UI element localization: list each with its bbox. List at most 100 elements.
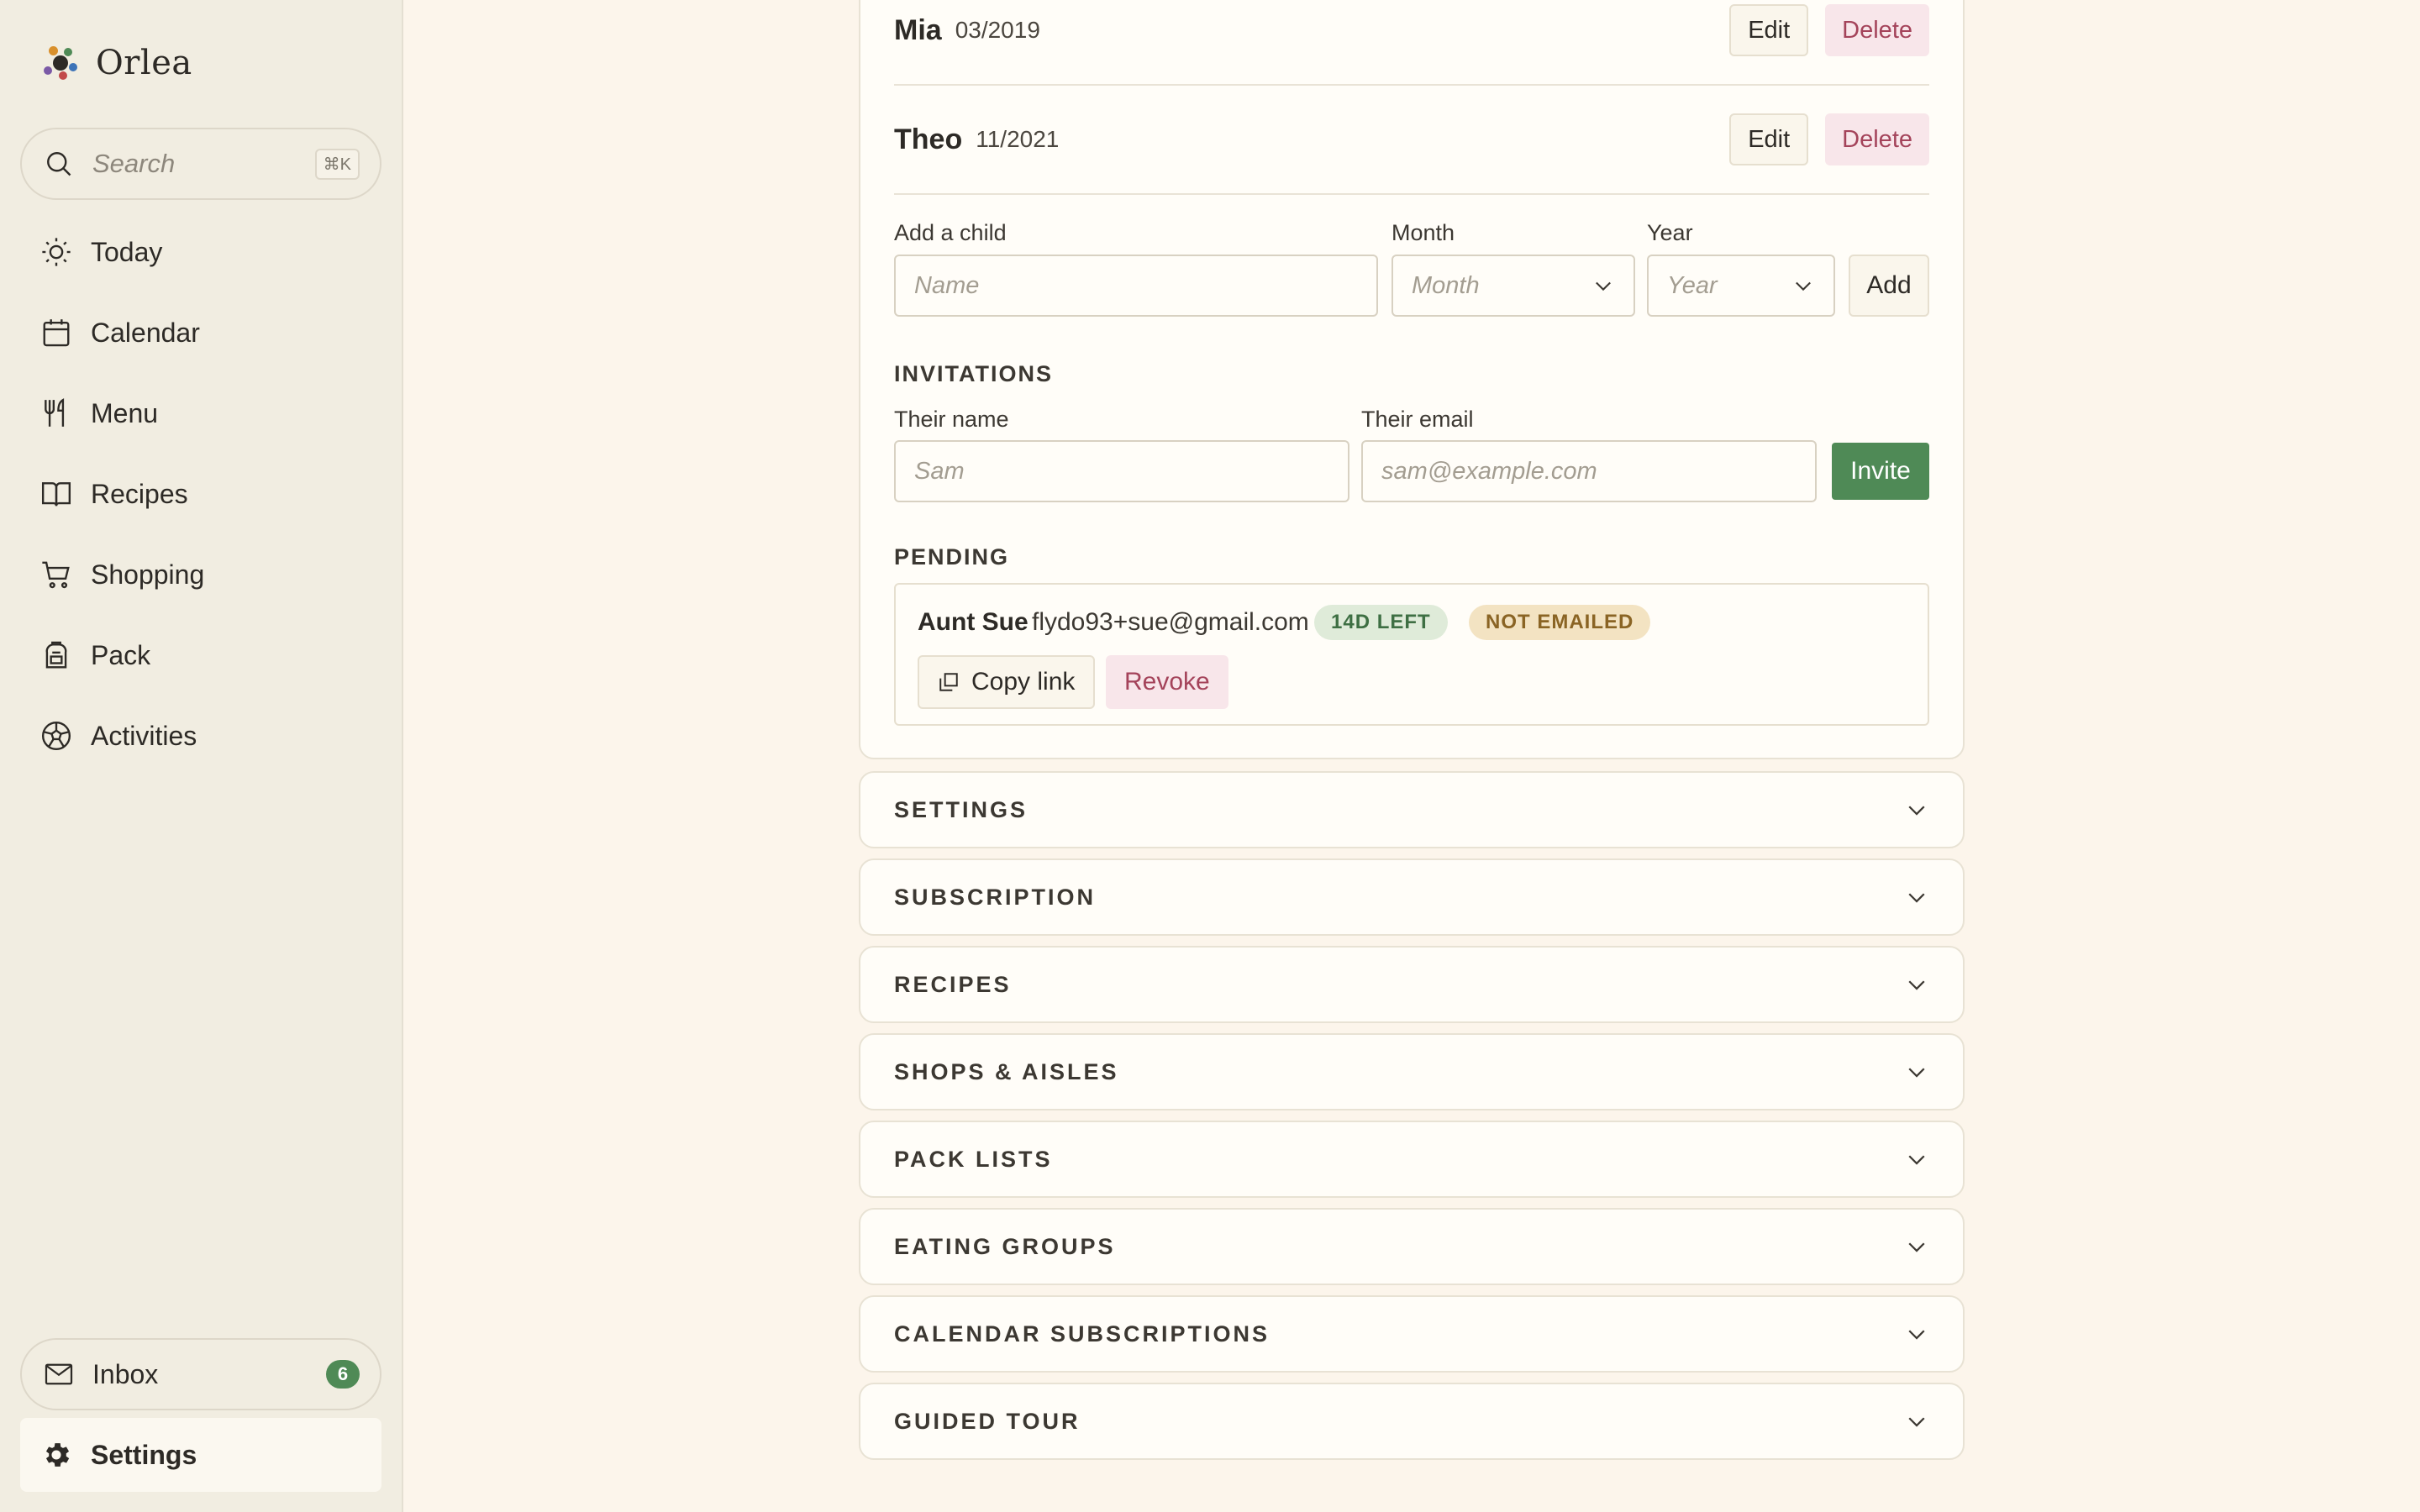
chevron-down-icon: [1908, 893, 1925, 903]
search-bar[interactable]: Search ⌘K: [20, 128, 381, 200]
year-label: Year: [1647, 220, 1693, 245]
invite-button[interactable]: Invite: [1832, 443, 1929, 500]
family-panel: Mia 03/2019 Edit Delete Theo 11/2021 Edi…: [859, 0, 1965, 759]
utensils-icon: [45, 398, 65, 427]
child-name: Mia: [894, 13, 942, 46]
cart-icon: [42, 561, 70, 589]
nav-label: Recipes: [91, 478, 188, 509]
month-placeholder: Month: [1412, 271, 1480, 299]
invite-name-input[interactable]: Sam: [894, 440, 1349, 502]
year-select[interactable]: Year: [1647, 255, 1835, 317]
settings-label: Settings: [91, 1439, 197, 1470]
month-label: Month: [1392, 220, 1455, 245]
delete-child-button[interactable]: Delete: [1825, 113, 1929, 165]
nav-item-inbox[interactable]: Inbox 6: [20, 1338, 381, 1410]
chevron-down-icon: [1908, 980, 1925, 990]
section-title: SUBSCRIPTION: [894, 884, 1097, 910]
backpack-icon: [45, 641, 67, 669]
pending-invite-email: flydo93+sue@gmail.com: [1032, 608, 1309, 636]
section-calendar-subscriptions[interactable]: CALENDAR SUBSCRIPTIONS: [859, 1295, 1965, 1373]
section-shops-aisles[interactable]: SHOPS & AISLES: [859, 1033, 1965, 1110]
nav-item-pack[interactable]: Pack: [20, 615, 381, 696]
chevron-down-icon: [1908, 1417, 1925, 1427]
search-placeholder: Search: [92, 149, 176, 178]
inbox-label: Inbox: [92, 1358, 159, 1389]
nav-label: Activities: [91, 720, 197, 751]
section-subscription[interactable]: SUBSCRIPTION: [859, 858, 1965, 936]
child-name-placeholder: Name: [914, 271, 980, 299]
chevron-down-icon: [1908, 1068, 1925, 1078]
child-row: Mia 03/2019 Edit Delete: [894, 0, 1929, 86]
their-email-label: Their email: [1361, 407, 1474, 432]
logo-icon: [42, 45, 79, 81]
nav-label: Shopping: [91, 559, 205, 590]
nav-item-menu[interactable]: Menu: [20, 373, 381, 454]
search-icon: [47, 152, 71, 176]
invitations-heading: INVITATIONS: [894, 361, 1053, 386]
year-placeholder: Year: [1667, 271, 1718, 299]
inbox-count-badge: 6: [326, 1360, 360, 1389]
app-name: Orlea: [96, 44, 192, 82]
book-icon: [41, 482, 71, 507]
pending-heading: PENDING: [894, 544, 1010, 570]
chevron-down-icon: [1908, 1242, 1925, 1252]
chevron-down-icon: [1796, 281, 1811, 291]
delete-child-button[interactable]: Delete: [1825, 4, 1929, 56]
nav-label: Menu: [91, 397, 159, 428]
invite-email-input[interactable]: sam@example.com: [1361, 440, 1817, 502]
edit-child-button[interactable]: Edit: [1729, 113, 1809, 165]
section-title: EATING GROUPS: [894, 1233, 1116, 1259]
mail-icon: [45, 1363, 73, 1385]
invite-email-placeholder: sam@example.com: [1381, 457, 1597, 485]
chevron-down-icon: [1596, 281, 1611, 291]
add-child-button[interactable]: Add: [1849, 255, 1929, 317]
section-title: GUIDED TOUR: [894, 1408, 1081, 1434]
section-title: RECIPES: [894, 971, 1012, 997]
child-birth-date: 03/2019: [955, 17, 1040, 43]
copy-icon: [939, 673, 958, 691]
chevron-down-icon: [1908, 806, 1925, 816]
section-pack-lists[interactable]: PACK LISTS: [859, 1121, 1965, 1198]
copy-link-label: Copy link: [971, 668, 1076, 696]
month-select[interactable]: Month: [1392, 255, 1635, 317]
time-left-badge: 14D LEFT: [1314, 605, 1448, 640]
nav-item-today[interactable]: Today: [20, 212, 381, 292]
search-shortcut: ⌘K: [314, 148, 360, 180]
edit-child-button[interactable]: Edit: [1729, 4, 1809, 56]
nav-label: Calendar: [91, 317, 200, 348]
gear-icon: [45, 1443, 70, 1467]
nav-item-shopping[interactable]: Shopping: [20, 534, 381, 615]
sun-icon: [42, 238, 71, 266]
child-row: Theo 11/2021 Edit Delete: [894, 86, 1929, 195]
nav-item-recipes[interactable]: Recipes: [20, 454, 381, 534]
email-status-badge: NOT EMAILED: [1469, 605, 1651, 640]
their-name-label: Their name: [894, 407, 1009, 432]
sidebar: Orlea Search ⌘K Today Calendar Menu Reci…: [0, 0, 403, 1512]
chevron-down-icon: [1908, 1155, 1925, 1165]
nav-label: Pack: [91, 639, 151, 670]
revoke-button[interactable]: Revoke: [1106, 655, 1228, 709]
child-name-input[interactable]: Name: [894, 255, 1378, 317]
section-eating-groups[interactable]: EATING GROUPS: [859, 1208, 1965, 1285]
pending-invite-name: Aunt Sue: [918, 608, 1028, 636]
pending-invite-card: Aunt Sue flydo93+sue@gmail.com 14D LEFT …: [894, 583, 1929, 726]
section-recipes[interactable]: RECIPES: [859, 946, 1965, 1023]
section-title: CALENDAR SUBSCRIPTIONS: [894, 1320, 1270, 1347]
app-logo[interactable]: Orlea: [42, 44, 192, 82]
add-child-label: Add a child: [894, 220, 1007, 245]
section-settings[interactable]: SETTINGS: [859, 771, 1965, 848]
calendar-icon: [43, 319, 70, 347]
child-birth-date: 11/2021: [976, 126, 1060, 152]
nav-item-settings[interactable]: Settings: [20, 1418, 381, 1492]
nav-item-calendar[interactable]: Calendar: [20, 292, 381, 373]
chevron-down-icon: [1908, 1330, 1925, 1340]
main-nav: Today Calendar Menu Recipes Shopping Pac…: [20, 212, 381, 776]
invite-name-placeholder: Sam: [914, 457, 965, 485]
section-title: SHOPS & AISLES: [894, 1058, 1119, 1084]
section-title: PACK LISTS: [894, 1146, 1053, 1172]
nav-label: Today: [91, 236, 163, 267]
ball-icon: [41, 721, 71, 751]
nav-item-activities[interactable]: Activities: [20, 696, 381, 776]
copy-link-button[interactable]: Copy link: [918, 655, 1096, 709]
section-guided-tour[interactable]: GUIDED TOUR: [859, 1383, 1965, 1460]
